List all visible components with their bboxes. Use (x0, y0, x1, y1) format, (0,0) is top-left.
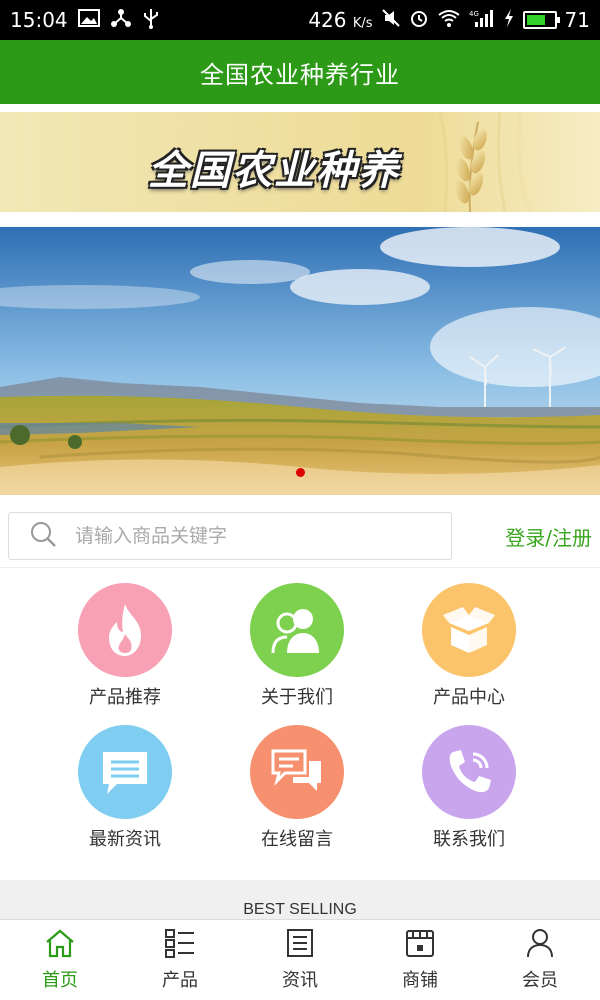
wifi-icon (437, 8, 461, 33)
quick-menu-grid: 产品推荐 关于我们 产品中心 最新资讯 在线留言 联系我们 (0, 567, 600, 880)
search-row: 登录/注册 (0, 505, 600, 567)
menu-label: 在线留言 (261, 829, 333, 850)
signal-icon: 4G (469, 8, 495, 33)
tab-label: 商铺 (402, 970, 438, 991)
menu-label: 产品中心 (433, 687, 505, 708)
usb-icon (142, 7, 160, 34)
carousel-indicator-dot[interactable] (296, 468, 305, 477)
bottom-tab-bar: 首页 产品 资讯 商铺 会员 (0, 919, 600, 1000)
page-title: 全国农业种养行业 (200, 60, 400, 89)
wheat-decoration (438, 112, 532, 212)
phone-icon (422, 725, 516, 819)
mute-icon (381, 8, 401, 33)
menu-label: 产品推荐 (89, 687, 161, 708)
search-icon (29, 520, 57, 552)
shop-icon (404, 928, 436, 962)
user-icon (525, 928, 555, 962)
share-icon (110, 8, 132, 33)
menu-item-recommended[interactable]: 产品推荐 (45, 583, 205, 709)
menu-item-contact[interactable]: 联系我们 (389, 725, 549, 851)
chat-icon (250, 725, 344, 819)
charging-icon (503, 8, 515, 33)
tab-label: 首页 (42, 970, 78, 991)
clock: 15:04 (10, 8, 68, 32)
best-selling-header: BEST SELLING (0, 880, 600, 920)
tab-products[interactable]: 产品 (120, 920, 240, 1000)
flame-icon (78, 583, 172, 677)
search-box[interactable] (8, 512, 452, 560)
section-title: BEST SELLING (243, 901, 357, 918)
menu-item-news[interactable]: 最新资讯 (45, 725, 205, 851)
menu-item-about-us[interactable]: 关于我们 (217, 583, 377, 709)
app-header: 全国农业种养行业 (0, 40, 600, 104)
tab-label: 产品 (162, 970, 198, 991)
tab-label: 资讯 (282, 970, 318, 991)
logo-banner: 全国农业种养 (0, 112, 600, 212)
network-speed: 426 K/s (308, 8, 373, 32)
menu-label: 联系我们 (433, 829, 505, 850)
message-icon (78, 725, 172, 819)
menu-item-product-center[interactable]: 产品中心 (389, 583, 549, 709)
search-input[interactable] (75, 525, 415, 547)
box-icon (422, 583, 516, 677)
tab-member[interactable]: 会员 (480, 920, 600, 1000)
alarm-icon (409, 8, 429, 33)
hero-banner[interactable] (0, 227, 600, 495)
tab-label: 会员 (522, 970, 558, 991)
list-icon (164, 928, 196, 962)
status-bar: 15:04 426 K/s 4G 71 (0, 0, 600, 40)
svg-text:4G: 4G (469, 10, 479, 18)
tab-news[interactable]: 资讯 (240, 920, 360, 1000)
news-icon (285, 928, 315, 962)
tab-shop[interactable]: 商铺 (360, 920, 480, 1000)
menu-label: 关于我们 (261, 687, 333, 708)
image-icon (77, 8, 100, 32)
people-icon (250, 583, 344, 677)
home-icon (44, 928, 76, 962)
battery-icon (522, 11, 560, 29)
battery-percent: 71 (564, 8, 590, 32)
menu-item-message[interactable]: 在线留言 (217, 725, 377, 851)
tab-home[interactable]: 首页 (0, 920, 120, 1000)
farmland-image (0, 227, 600, 495)
menu-label: 最新资讯 (89, 829, 161, 850)
login-register-link[interactable]: 登录/注册 (505, 522, 592, 551)
